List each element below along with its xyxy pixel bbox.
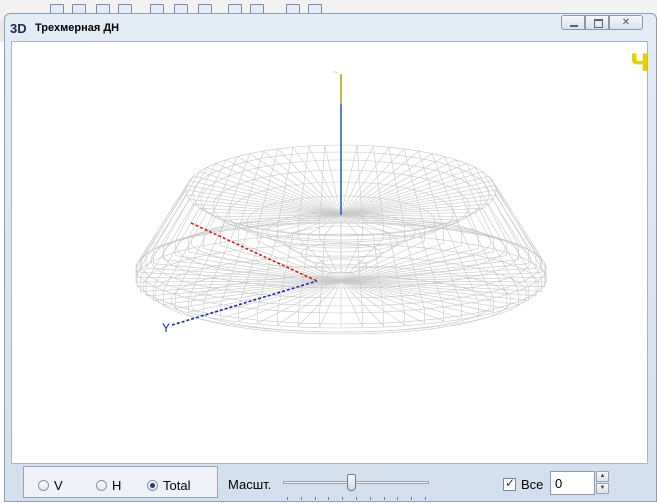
component-radio-group: V H Total — [23, 466, 218, 498]
minimize-button[interactable] — [561, 15, 585, 30]
close-icon: ✕ — [621, 17, 631, 28]
y-axis-label: Y — [162, 321, 170, 335]
radio-total-label: Total — [163, 478, 191, 493]
z-axis-tip-marker: ~ — [333, 67, 338, 77]
scale-slider-tick — [397, 497, 398, 500]
maximize-button[interactable] — [585, 15, 609, 30]
scale-slider-thumb[interactable] — [347, 474, 356, 491]
radio-h-indicator[interactable] — [96, 480, 107, 491]
maximize-icon — [594, 19, 603, 28]
scale-slider-tick — [287, 497, 288, 500]
corner-marker: Ч — [630, 49, 648, 77]
frame-spin-input[interactable] — [550, 471, 595, 495]
scale-slider-tick — [301, 497, 302, 500]
close-button[interactable]: ✕ — [609, 15, 643, 30]
spin-up-button[interactable]: ▲ — [596, 471, 609, 482]
scale-slider-tick — [411, 497, 412, 500]
scale-slider-tick — [384, 497, 385, 500]
scale-slider-tick — [370, 497, 371, 500]
all-checkbox[interactable] — [503, 476, 516, 491]
pattern-3d-window: 3D Трехмерная ДН ✕ ~ Y Ч V H Total Масшт… — [4, 13, 657, 502]
scale-slider-track[interactable] — [283, 481, 429, 484]
scale-slider[interactable] — [283, 474, 429, 502]
spin-down-button[interactable]: ▼ — [596, 483, 609, 494]
radio-v-indicator[interactable] — [38, 480, 49, 491]
scale-slider-tick — [356, 497, 357, 500]
control-panel: V H Total Масшт. Все ▲ ▼ — [11, 464, 648, 503]
all-checkbox-label: Все — [521, 477, 544, 492]
3d-viewport[interactable]: ~ Y Ч — [11, 41, 648, 464]
radio-h-label: H — [112, 478, 122, 493]
3d-pattern-canvas: ~ Y Ч — [135, 49, 648, 335]
minimize-icon — [570, 25, 578, 27]
app-3d-icon: 3D — [10, 21, 27, 36]
radio-total-indicator[interactable] — [147, 480, 158, 491]
window-title: Трехмерная ДН — [35, 22, 120, 34]
title-bar[interactable]: 3D Трехмерная ДН ✕ — [5, 14, 656, 40]
scale-slider-tick — [328, 497, 329, 500]
scale-slider-tick — [342, 497, 343, 500]
radio-v-label: V — [54, 478, 63, 493]
scale-label: Масшт. — [228, 477, 272, 492]
scale-slider-tick — [425, 497, 426, 500]
scale-slider-tick — [315, 497, 316, 500]
